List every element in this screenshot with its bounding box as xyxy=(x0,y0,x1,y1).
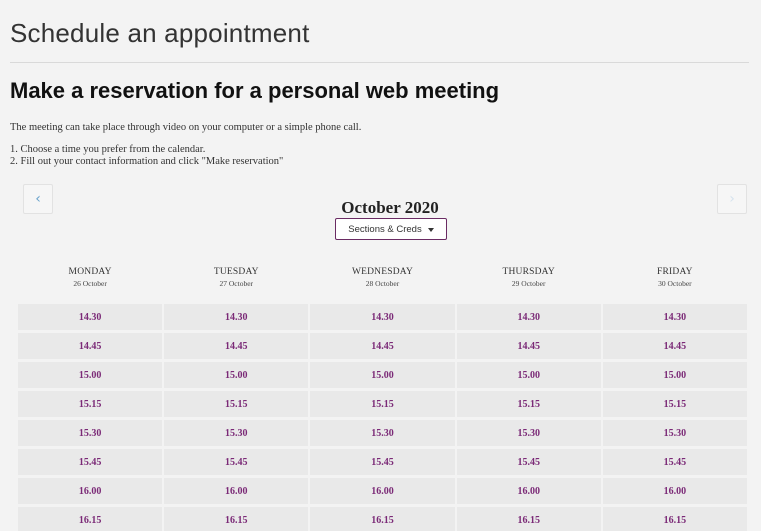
time-slot-button[interactable]: 15.15 xyxy=(456,391,601,417)
time-slot-button[interactable]: 14.45 xyxy=(164,333,309,359)
meeting-type-dropdown[interactable]: Sections & Creds xyxy=(335,218,447,240)
time-slot-button[interactable]: 15.00 xyxy=(602,362,747,388)
time-slot-button[interactable]: 15.30 xyxy=(310,420,455,446)
time-slot-button[interactable]: 15.15 xyxy=(18,391,163,417)
time-slot-button[interactable]: 15.30 xyxy=(18,420,163,446)
time-slot-button[interactable]: 15.45 xyxy=(602,449,747,475)
time-slot-button[interactable]: 15.00 xyxy=(456,362,601,388)
reservation-heading: Make a reservation for a personal web me… xyxy=(10,78,500,103)
reservation-section: Make a reservation for a personal web me… xyxy=(10,70,747,531)
meeting-description: The meeting can take place through video… xyxy=(10,122,362,133)
day-header-thursday: THURSDAY 29 October xyxy=(457,266,601,290)
time-slot-button[interactable]: 15.30 xyxy=(164,420,309,446)
chevron-right-icon: › xyxy=(729,191,735,207)
chevron-left-icon: ‹ xyxy=(35,191,41,207)
time-slot-button[interactable]: 16.00 xyxy=(310,478,455,504)
time-slot-button[interactable]: 15.00 xyxy=(18,362,163,388)
day-header-wednesday: WEDNESDAY 28 October xyxy=(310,266,454,290)
day-header-tuesday: TUESDAY 27 October xyxy=(164,266,308,290)
time-slot-button[interactable]: 15.30 xyxy=(602,420,747,446)
time-slot-button[interactable]: 14.45 xyxy=(310,333,455,359)
day-date: 27 October xyxy=(219,279,254,288)
time-slot-button[interactable]: 16.15 xyxy=(164,507,309,531)
previous-week-button[interactable]: ‹ xyxy=(23,184,53,214)
schedule-page: Schedule an appointment Make a reservati… xyxy=(0,0,761,531)
instructions: 1. Choose a time you prefer from the cal… xyxy=(10,144,283,168)
time-slot-button[interactable]: 15.00 xyxy=(164,362,309,388)
time-slot-button[interactable]: 15.45 xyxy=(310,449,455,475)
day-name: WEDNESDAY xyxy=(351,267,414,277)
day-date: 29 October xyxy=(511,279,546,288)
time-slot-button[interactable]: 14.30 xyxy=(456,304,601,330)
time-slot-button[interactable]: 15.45 xyxy=(164,449,309,475)
time-slot-button[interactable]: 14.30 xyxy=(310,304,455,330)
time-slot-button[interactable]: 16.00 xyxy=(602,478,747,504)
next-week-button[interactable]: › xyxy=(717,184,747,214)
time-slot-button[interactable]: 14.45 xyxy=(18,333,163,359)
day-name: TUESDAY xyxy=(213,267,259,277)
day-name: FRIDAY xyxy=(657,267,693,277)
time-slot-button[interactable]: 14.30 xyxy=(18,304,163,330)
time-slot-button[interactable]: 16.15 xyxy=(18,507,163,531)
time-slot-button[interactable]: 15.45 xyxy=(18,449,163,475)
day-name: MONDAY xyxy=(68,267,112,277)
time-slot-button[interactable]: 14.30 xyxy=(602,304,747,330)
calendar-day-headers: MONDAY 26 October TUESDAY 27 October WEDNESD… xyxy=(18,266,747,290)
time-slot-button[interactable]: 16.00 xyxy=(164,478,309,504)
page-title: Schedule an appointment xyxy=(10,18,310,48)
instruction-step-2: 2. Fill out your contact information and… xyxy=(10,156,284,167)
day-date: 26 October xyxy=(73,279,107,288)
time-slot-button[interactable]: 15.45 xyxy=(456,449,601,475)
caret-down-icon xyxy=(427,227,434,232)
time-slot-button[interactable]: 14.45 xyxy=(602,333,747,359)
time-slot-button[interactable]: 16.00 xyxy=(456,478,601,504)
time-slot-button[interactable]: 16.00 xyxy=(18,478,163,504)
time-slot-button[interactable]: 15.15 xyxy=(310,391,455,417)
dropdown-selected-value: Sections & Creds xyxy=(348,223,422,235)
time-slot-button[interactable]: 15.15 xyxy=(164,391,309,417)
time-slot-button[interactable]: 15.30 xyxy=(456,420,601,446)
page-header: Schedule an appointment xyxy=(10,6,749,63)
time-slot-button[interactable]: 16.15 xyxy=(310,507,455,531)
time-slot-button[interactable]: 15.15 xyxy=(602,391,747,417)
day-header-monday: MONDAY 26 October xyxy=(18,266,162,290)
instruction-step-1: 1. Choose a time you prefer from the cal… xyxy=(10,144,206,155)
day-name: THURSDAY xyxy=(502,267,555,277)
time-slot-button[interactable]: 14.45 xyxy=(456,333,601,359)
time-slot-button[interactable]: 15.00 xyxy=(310,362,455,388)
time-slot-grid: 14.30 14.30 14.30 14.30 14.30 14.45 14.45 14.45… xyxy=(18,304,747,531)
time-slot-button[interactable]: 16.15 xyxy=(602,507,747,531)
time-slot-button[interactable]: 16.15 xyxy=(456,507,601,531)
day-date: 30 October xyxy=(658,279,692,288)
calendar-month-label: October 2020 xyxy=(341,198,439,217)
time-slot-button[interactable]: 14.30 xyxy=(164,304,309,330)
day-header-friday: FRIDAY 30 October xyxy=(603,266,747,290)
day-date: 28 October xyxy=(365,279,400,288)
